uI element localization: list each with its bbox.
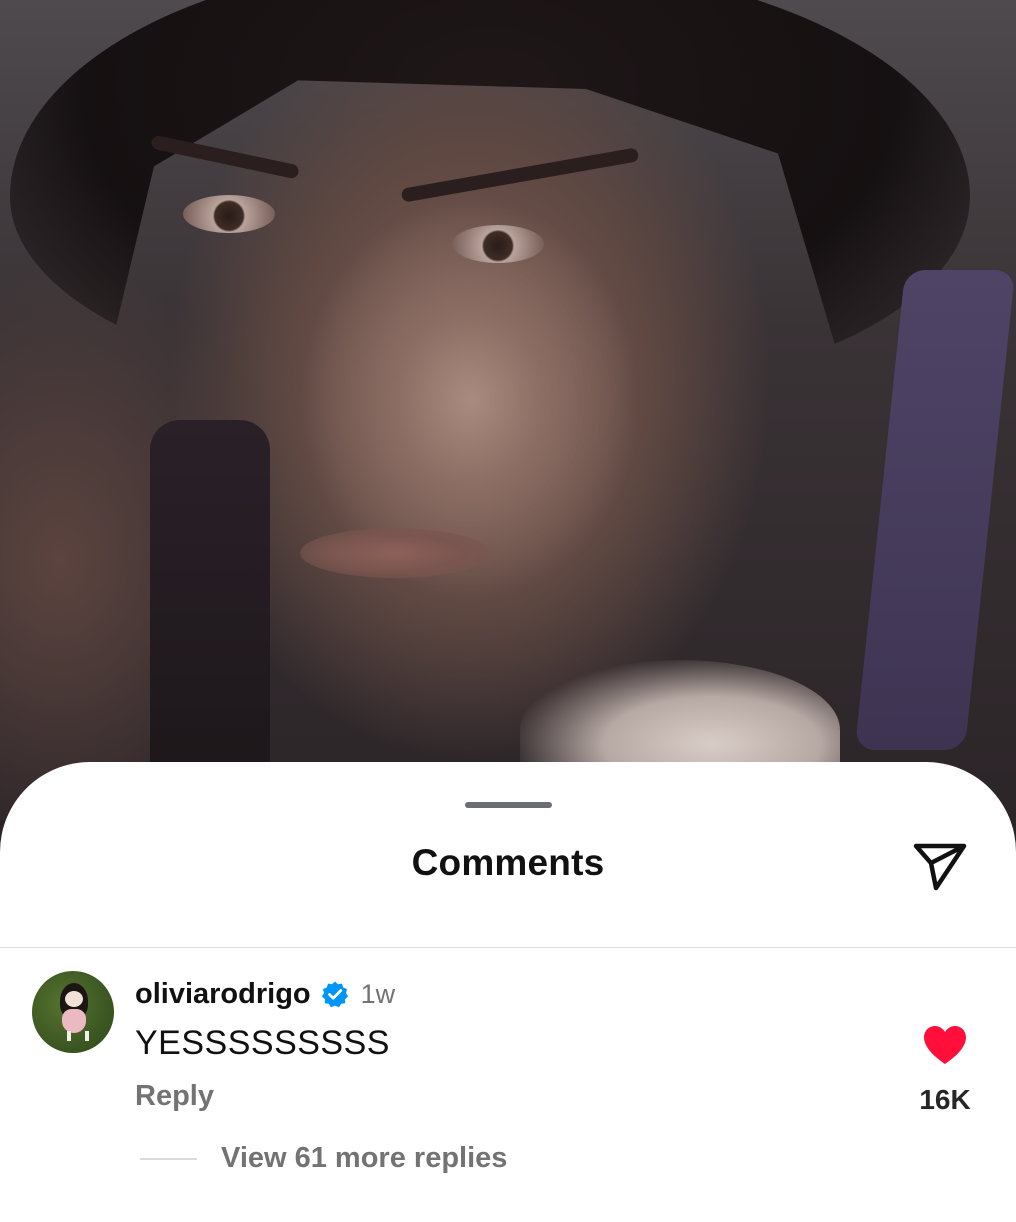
like-count: 16K	[919, 1084, 971, 1115]
comment-text: YESSSSSSSSS	[135, 1024, 390, 1062]
photo-brow-right	[400, 147, 640, 203]
photo-mouth	[300, 528, 490, 578]
photo-brow-left	[150, 134, 300, 180]
sheet-title: Comments	[411, 842, 605, 883]
reply-button[interactable]: Reply	[135, 1080, 214, 1113]
view-replies-button[interactable]: View 61 more replies	[221, 1142, 507, 1175]
sheet-divider	[0, 947, 1016, 948]
heart-icon	[924, 1026, 966, 1064]
comment-time: 1w	[360, 978, 396, 1009]
like-button[interactable]	[921, 1024, 969, 1066]
send-icon	[913, 843, 967, 891]
photo-eye-left	[183, 195, 275, 233]
photo-top	[150, 420, 270, 800]
replies-divider	[140, 1158, 197, 1160]
post-photo	[0, 0, 1016, 820]
avatar[interactable]	[32, 971, 114, 1053]
verified-badge-icon	[321, 981, 348, 1008]
share-button[interactable]	[908, 836, 972, 896]
comment-username[interactable]: oliviarodrigo	[135, 978, 311, 1011]
photo-strap	[854, 270, 1016, 750]
comments-sheet: Comments oliviarodrigo 1w YESSSSSSSSS Re…	[0, 762, 1016, 1222]
sheet-grabber[interactable]	[465, 802, 552, 808]
photo-eye-right	[452, 225, 544, 263]
comment-header: oliviarodrigo 1w	[135, 974, 395, 1014]
photo-hair	[10, 0, 970, 369]
